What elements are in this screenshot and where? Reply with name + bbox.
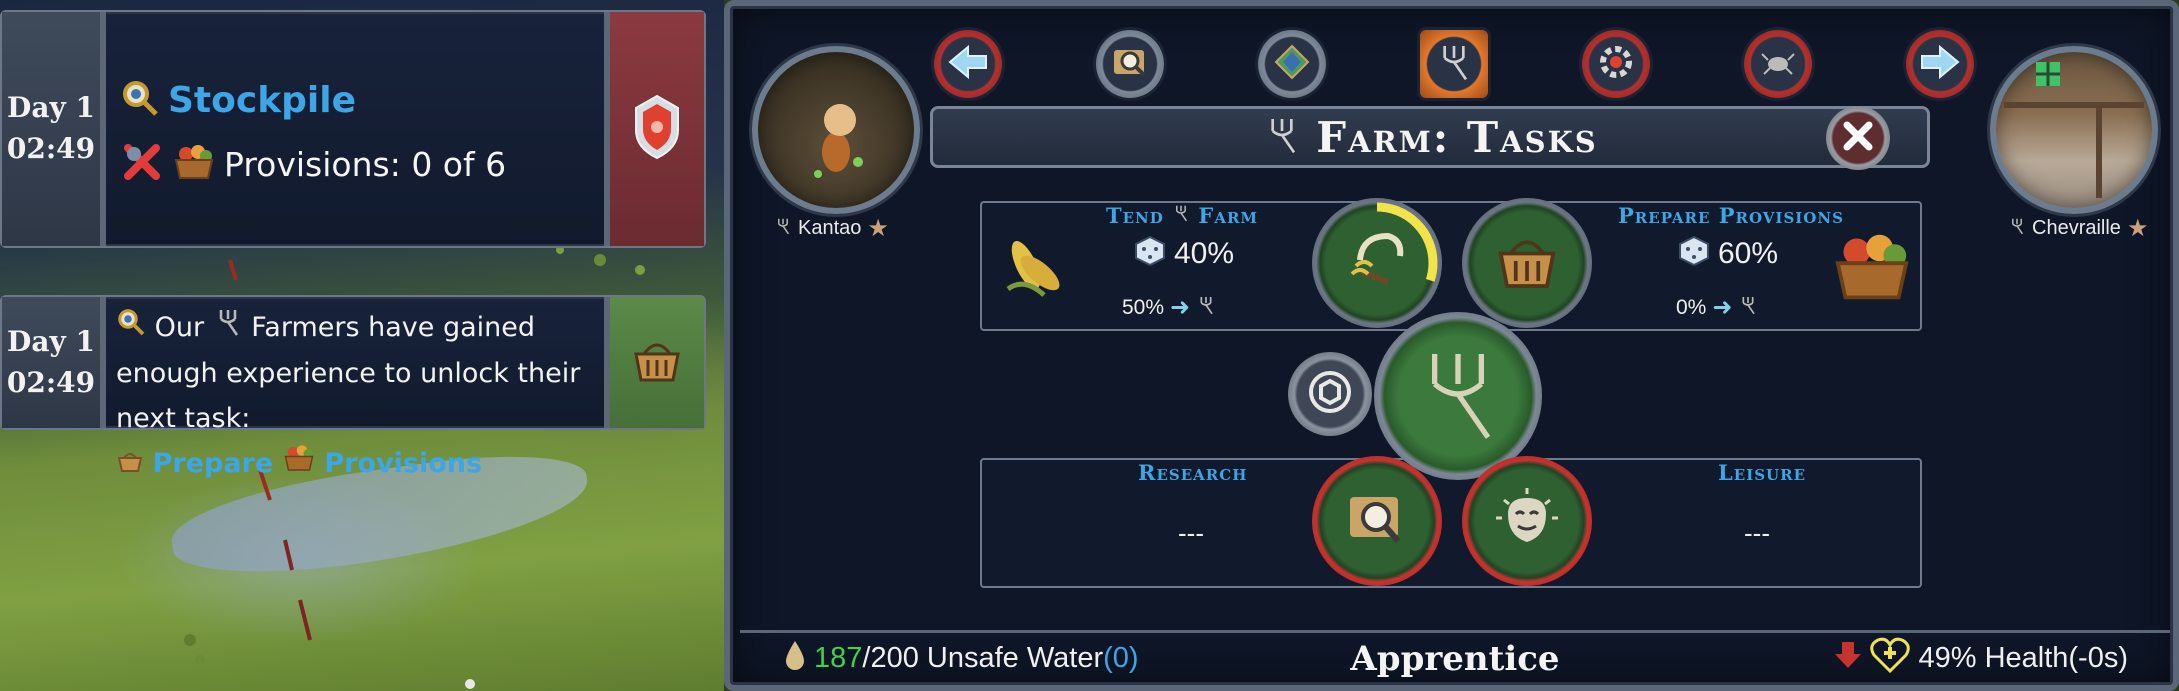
- provisions-count: Provisions: 0 of 6: [224, 145, 507, 184]
- notification-task-unlocked[interactable]: Day 1 02:49 Our Farmers have gained enou…: [0, 295, 706, 479]
- health-value: 49% Health(-0s): [1918, 642, 2128, 674]
- pitchfork-icon: [1408, 339, 1508, 454]
- map-icon: [1272, 42, 1312, 87]
- house-figure: [2004, 62, 2144, 198]
- research-task-button[interactable]: [1312, 456, 1442, 586]
- research-label: Research: [1138, 460, 1248, 485]
- shield-marker-icon: [632, 92, 682, 167]
- back-arrow-icon: [946, 44, 990, 85]
- pitchfork-icon: [213, 306, 243, 351]
- villager-name-right: Chevraille ★: [2008, 214, 2148, 243]
- inspect-icon: [1110, 44, 1150, 85]
- theater-mask-icon: [1492, 484, 1562, 559]
- farm-pitchfork-icon: [1434, 40, 1474, 89]
- dice-icon: [1678, 235, 1710, 272]
- disease-icon: [1758, 44, 1798, 85]
- research-value: ---: [1178, 518, 1204, 548]
- star-icon: ★: [2126, 215, 2149, 242]
- magnifier-icon: [120, 78, 160, 123]
- basket-icon: [1493, 231, 1561, 296]
- locate-marker-button[interactable]: [604, 12, 704, 246]
- basket-icon: [116, 442, 144, 487]
- health-heart-icon: [1870, 637, 1911, 681]
- map-button[interactable]: [1258, 30, 1326, 98]
- tend-farm-label: Tend Farm: [1106, 203, 1259, 228]
- time-label: 02:49: [6, 365, 96, 399]
- tend-farm-rate: 50% ➜: [1122, 293, 1216, 322]
- prepare-provisions-chance: 60%: [1678, 235, 1778, 272]
- farm-button[interactable]: [1420, 30, 1488, 98]
- farmer-figure: [814, 104, 863, 178]
- time-label: 02:49: [6, 132, 96, 165]
- notification-timestamp: Day 1 02:49: [2, 297, 106, 428]
- inspect-button[interactable]: [1096, 30, 1164, 98]
- pitchfork-icon: [2008, 216, 2026, 242]
- pitchfork-icon: [774, 216, 792, 242]
- open-task-button[interactable]: [604, 297, 704, 428]
- close-button[interactable]: [1826, 106, 1890, 170]
- notification-stockpile[interactable]: Day 1 02:49 Stockpile Provisions: 0 of 6: [0, 10, 706, 248]
- forward-arrow-icon: [1918, 44, 1962, 85]
- day-label: Day 1: [7, 324, 95, 358]
- dice-icon: [1134, 235, 1166, 272]
- prepare-provisions-task-button[interactable]: [1462, 198, 1592, 328]
- down-arrow-icon: [1834, 640, 1862, 678]
- prepare-link[interactable]: Prepare: [153, 448, 274, 479]
- tend-farm-chance: 40%: [1134, 235, 1234, 272]
- day-label: Day 1: [7, 91, 95, 125]
- pitchfork-icon: [1738, 294, 1758, 321]
- villager-portrait-left[interactable]: [752, 46, 920, 214]
- status-bar: 187/200 Unsafe Water(0) Apprentice 49% H…: [740, 630, 2170, 684]
- notification-message: Our Farmers have gained enough experienc…: [116, 297, 602, 487]
- star-icon: ★: [867, 215, 889, 242]
- magnifier-icon: [116, 306, 146, 351]
- provisions-link[interactable]: Provisions: [324, 448, 482, 479]
- forward-button[interactable]: [1906, 30, 1974, 98]
- arrow-right-icon: ➜: [1170, 294, 1191, 321]
- corn-icon: [1004, 233, 1068, 304]
- villager-name-left: Kantao ★: [774, 214, 889, 243]
- sickle-icon: [1342, 226, 1412, 301]
- notification-title-link[interactable]: Stockpile: [168, 80, 356, 121]
- panel-title: Farm: Tasks: [1316, 112, 1598, 162]
- auto-assign-button[interactable]: [1288, 352, 1372, 436]
- settings-gear-icon: [1595, 41, 1637, 88]
- provisions-basket-icon: [282, 442, 316, 487]
- research-book-icon: [1344, 489, 1410, 554]
- disease-button[interactable]: [1744, 30, 1812, 98]
- farm-tasks-panel: Kantao ★ Chevraille ★ Farm: Tasks Tend F…: [724, 0, 2179, 691]
- tend-farm-task-button[interactable]: [1312, 198, 1442, 328]
- leisure-label: Leisure: [1718, 460, 1807, 485]
- panel-title-bar: Farm: Tasks: [930, 106, 1930, 168]
- provisions-basket-icon: [172, 142, 216, 187]
- provisions-basket-icon: [1830, 229, 1914, 310]
- close-icon: [1841, 119, 1875, 158]
- back-button[interactable]: [934, 30, 1002, 98]
- farm-pitchfork-icon: [1262, 113, 1302, 162]
- prepare-provisions-rate: 0% ➜: [1676, 293, 1758, 322]
- leisure-task-button[interactable]: [1462, 456, 1592, 586]
- farm-job-center[interactable]: [1374, 312, 1542, 480]
- notification-timestamp: Day 1 02:49: [2, 12, 106, 246]
- leisure-value: ---: [1744, 518, 1770, 548]
- basket-icon: [630, 336, 684, 389]
- pitchfork-icon: [1172, 203, 1190, 228]
- message-part1: Our: [154, 312, 205, 343]
- target-hex-icon: [1305, 367, 1355, 422]
- cancel-x-icon: [120, 140, 164, 189]
- health-status: 49% Health(-0s): [1834, 637, 2128, 681]
- pitchfork-icon: [1196, 294, 1216, 321]
- prepare-provisions-label: Prepare Provisions: [1618, 203, 1844, 228]
- arrow-right-icon: ➜: [1712, 294, 1733, 321]
- villager-portrait-right[interactable]: [1990, 46, 2158, 214]
- settings-button[interactable]: [1582, 30, 1650, 98]
